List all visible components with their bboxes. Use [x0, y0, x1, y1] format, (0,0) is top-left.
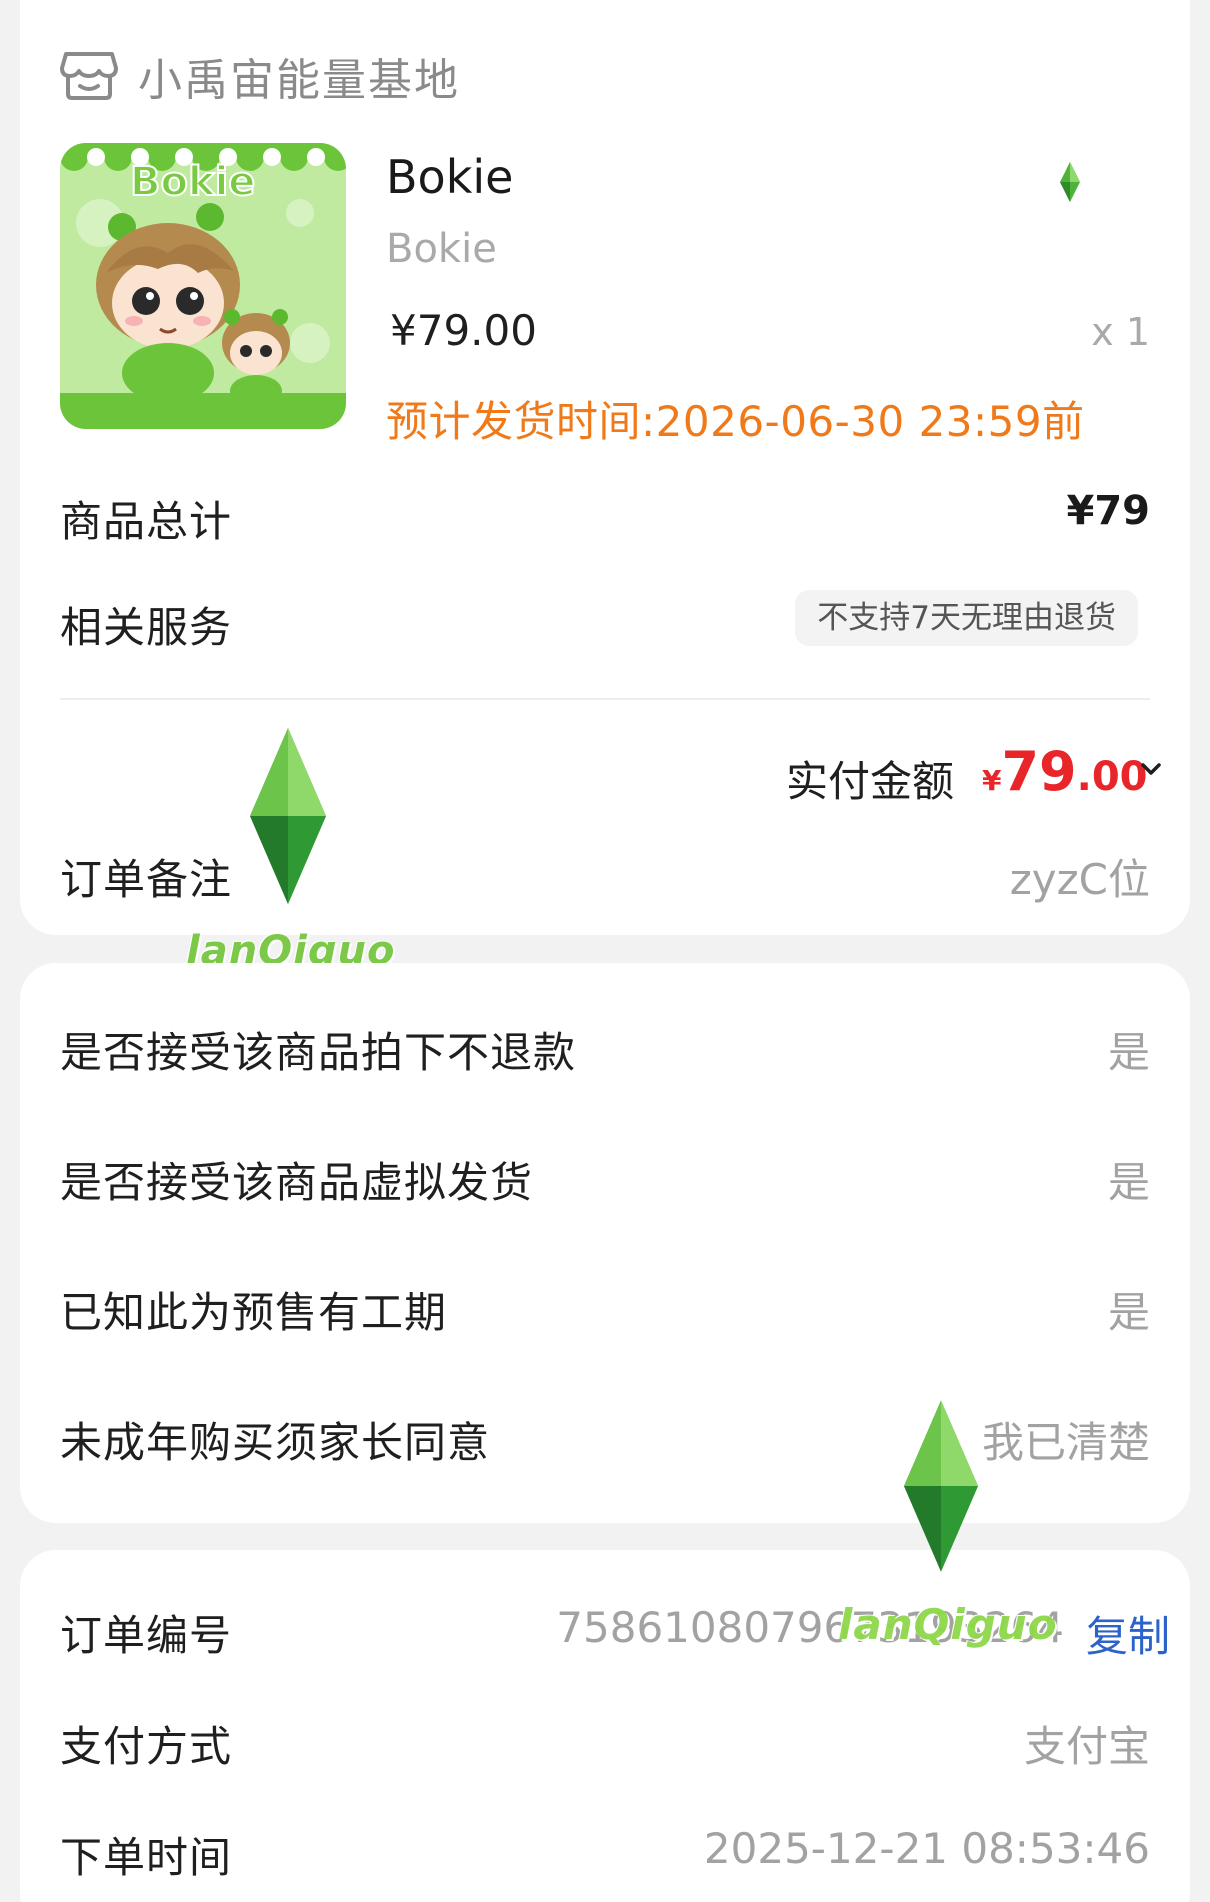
payment-method-label: 支付方式	[60, 1722, 233, 1771]
paid-integer: 79	[1001, 740, 1077, 803]
service-label: 相关服务	[60, 603, 233, 652]
order-time-label: 下单时间	[60, 1833, 233, 1882]
total-label: 商品总计	[60, 497, 233, 546]
confirmation-value: 是	[1107, 1288, 1150, 1337]
remark-label: 订单备注	[60, 855, 233, 904]
product-price: ¥79.00	[390, 306, 537, 355]
paid-decimal: .00	[1076, 754, 1148, 800]
confirmation-label: 是否接受该商品虚拟发货	[60, 1158, 534, 1207]
estimated-ship-time: 预计发货时间:2026-06-30 23:59前	[386, 397, 1085, 446]
confirmation-row: 是否接受该商品虚拟发货 是	[60, 1149, 1150, 1209]
product-title[interactable]: Bokie	[386, 150, 513, 204]
watermark-crystal-icon	[904, 1400, 978, 1572]
order-summary-card: 小禹宙能量基地 Bokie Bokie Bokie ¥79.00 x 1 预计发…	[20, 0, 1190, 935]
product-quantity: x 1	[1091, 310, 1150, 354]
confirmation-row: 未成年购买须家长同意 我已清楚	[60, 1409, 1150, 1469]
order-number-label: 订单编号	[60, 1611, 233, 1660]
watermark-crystal-icon	[250, 728, 326, 904]
product-image[interactable]: Bokie	[60, 143, 346, 429]
shop-name[interactable]: 小禹宙能量基地	[138, 44, 460, 108]
confirmation-value: 是	[1107, 1158, 1150, 1207]
confirmation-row: 是否接受该商品拍下不退款 是	[60, 1019, 1150, 1079]
paid-currency: ¥	[982, 764, 1002, 797]
purchase-confirmations-card: 是否接受该商品拍下不退款 是 是否接受该商品虚拟发货 是 已知此为预售有工期 是…	[20, 963, 1190, 1523]
copy-order-number-button[interactable]: 复制	[1086, 1603, 1170, 1664]
payment-method-value: 支付宝	[1023, 1722, 1150, 1771]
watermark-text: lanQiguo	[838, 1600, 1058, 1649]
confirmation-label: 已知此为预售有工期	[60, 1288, 448, 1337]
confirmation-label: 是否接受该商品拍下不退款	[60, 1028, 577, 1077]
divider	[60, 698, 1150, 700]
confirmation-label: 未成年购买须家长同意	[60, 1418, 491, 1467]
store-icon	[60, 52, 118, 100]
product-spec: Bokie	[386, 226, 497, 272]
total-value: ¥79	[1066, 488, 1151, 534]
product-image-text: Bokie	[130, 159, 255, 205]
confirmation-value: 是	[1107, 1028, 1150, 1077]
confirmation-row: 已知此为预售有工期 是	[60, 1279, 1150, 1339]
confirmation-value: 我已清楚	[981, 1418, 1150, 1467]
paid-amount-label: 实付金额	[786, 757, 955, 806]
paid-amount[interactable]: ¥79.00	[982, 740, 1148, 803]
service-badge[interactable]: 不支持7天无理由退货	[795, 590, 1138, 646]
watermark-logo	[1030, 160, 1110, 226]
order-time-value: 2025-12-21 08:53:46	[703, 1824, 1150, 1873]
chevron-down-icon[interactable]	[1138, 756, 1164, 782]
remark-value[interactable]: zyzC位	[1010, 846, 1150, 907]
